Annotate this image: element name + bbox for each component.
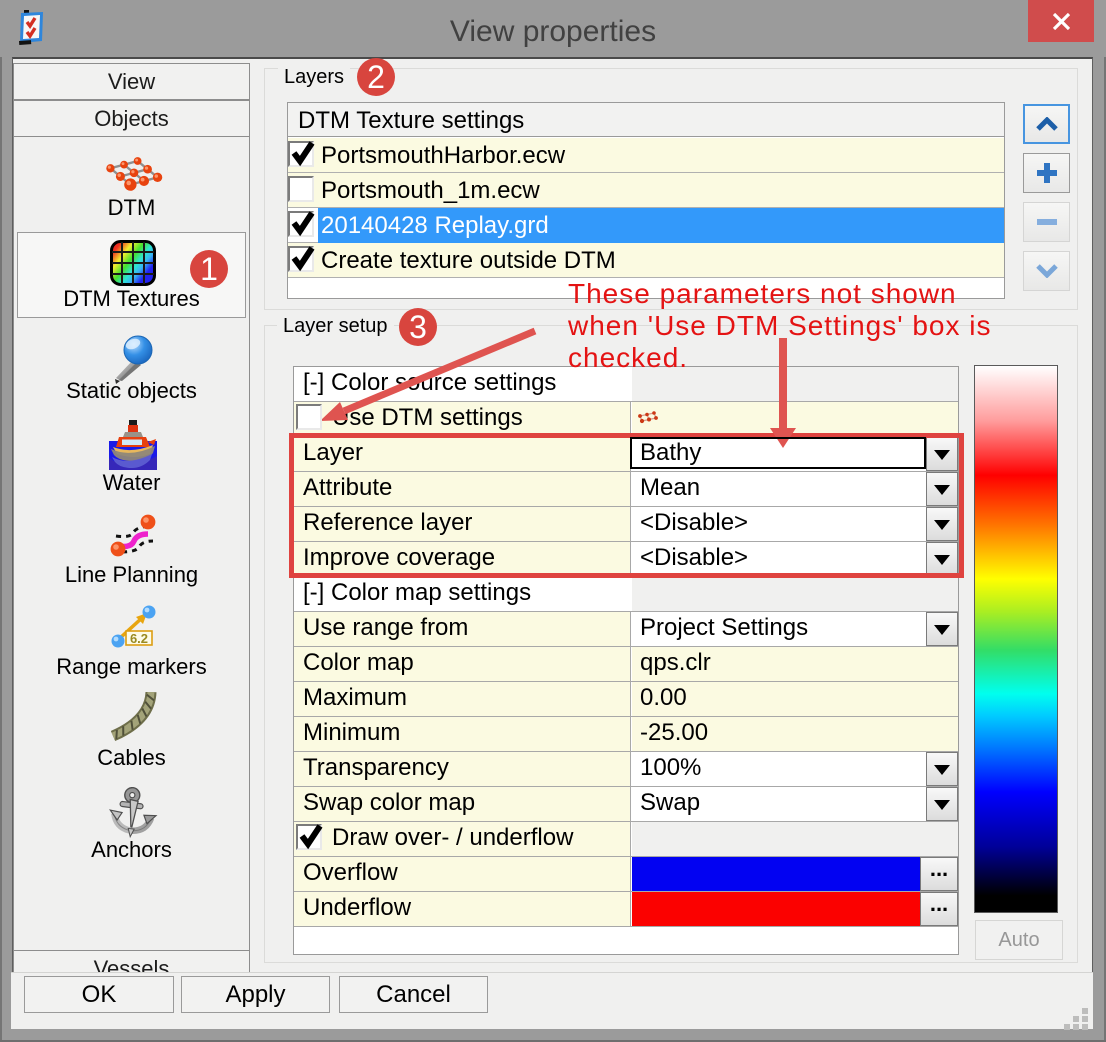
svg-text:6.2: 6.2 xyxy=(130,631,148,646)
